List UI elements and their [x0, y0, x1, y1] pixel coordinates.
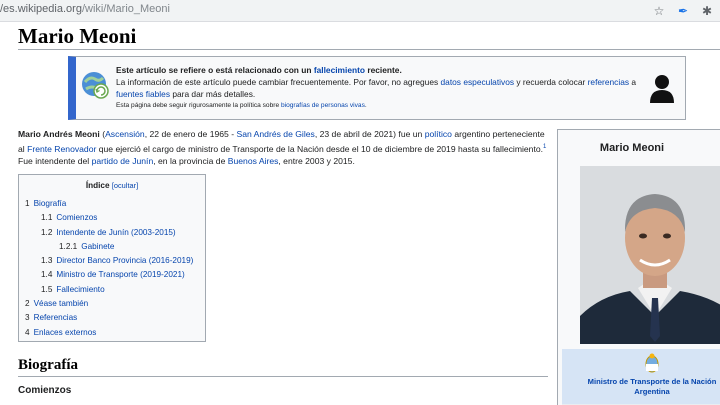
url-display[interactable]: /es.wikipedia.org/wiki/Mario_Meoni: [0, 3, 170, 15]
notice-line1: Este artículo se refiere o está relacion…: [116, 65, 314, 75]
notice-line4: Esta página debe seguir rigurosamente la…: [116, 102, 281, 109]
url-path: /wiki/Mario_Meoni: [81, 3, 170, 15]
infobox-name: Mario Meoni: [599, 142, 665, 154]
toc-number: 1: [25, 199, 30, 208]
intro-text: Fue intendente del: [18, 156, 92, 167]
toc-number: 1.1: [41, 213, 53, 223]
toc-item[interactable]: 1 Biografía: [25, 197, 193, 211]
title-divider: [18, 49, 720, 50]
toc-item[interactable]: 1.3 Director Banco Provincia (2016-2019): [25, 254, 193, 268]
toc-number: 1.2.1: [59, 241, 78, 251]
toc-link[interactable]: Ministro de Transporte (2019-2021): [56, 270, 184, 279]
ascension-link[interactable]: Ascensión: [105, 129, 145, 139]
toc-number: 1.3: [41, 256, 53, 266]
toc-item[interactable]: 2 Véase también: [25, 297, 193, 311]
toc-link[interactable]: Biografía: [34, 199, 67, 208]
portrait-photo[interactable]: [580, 166, 720, 344]
section-divider: [18, 376, 548, 377]
toc-list: 1 Biografía 1.1 Comienzos 1.2 Intendente de…: [25, 197, 193, 340]
coat-of-arms-icon: [645, 353, 659, 373]
refresh-globe-icon: [82, 72, 109, 99]
page-title: Mario Meoni: [18, 24, 137, 48]
biografias-link[interactable]: biografías de personas vivas: [281, 102, 365, 109]
infobox: Mario Meoni Ministro de Transporte de la…: [557, 129, 720, 405]
subsection-heading-comienzos: Comienzos: [18, 385, 72, 396]
toc-item[interactable]: 1.2 Intendente de Junín (2003-2015): [25, 226, 193, 240]
toc-item[interactable]: 1.2.1 Gabinete: [25, 240, 193, 254]
toc-link[interactable]: Comienzos: [56, 213, 97, 222]
frente-renovador-link[interactable]: Frente Renovador: [27, 143, 96, 153]
datos-especulativos-link[interactable]: datos especulativos: [441, 77, 515, 87]
toc-item[interactable]: 3 Referencias: [25, 311, 193, 325]
toc-link[interactable]: Intendente de Junín (2003-2015): [56, 228, 175, 237]
toc-number: 4: [25, 327, 30, 337]
intro-text: , entre 2003 y 2015.: [278, 156, 355, 167]
intro-paragraph: Mario Andrés Meoni (Ascensión, 22 de ene…: [18, 128, 548, 168]
toc-item[interactable]: 1.4 Ministro de Transporte (2019-2021): [25, 268, 193, 282]
feather-extension-icon[interactable]: ✒: [676, 3, 690, 19]
infobox-role-link[interactable]: Ministro de Transporte de la Nación Arge…: [562, 377, 720, 397]
intro-text: , 22 de enero de 1965 -: [144, 129, 237, 139]
toc-link[interactable]: Gabinete: [81, 242, 114, 251]
toc-number: 1.5: [41, 284, 53, 294]
toc-link[interactable]: Fallecimiento: [56, 285, 104, 294]
buenos-aires-link[interactable]: Buenos Aires: [228, 156, 279, 166]
notice-line4-end: .: [364, 102, 367, 109]
toc-title: Índice: [85, 181, 110, 190]
notice-line3: para dar más detalles.: [170, 89, 256, 99]
toc-number: 1.4: [41, 270, 53, 280]
notice-line2-end: a: [629, 77, 637, 87]
toc-item[interactable]: 1.5 Fallecimiento: [25, 283, 193, 297]
puzzle-extension-icon[interactable]: ✱: [700, 3, 714, 19]
person-silhouette-icon: [650, 75, 674, 103]
toc-number: 2: [25, 299, 30, 309]
politico-link[interactable]: político: [425, 129, 452, 139]
toc-hide-toggle[interactable]: [ocultar]: [112, 181, 138, 190]
fallecimiento-link[interactable]: fallecimiento: [314, 65, 365, 75]
notice-line2-mid: y recuerda colocar: [514, 77, 588, 87]
star-icon[interactable]: ☆: [652, 3, 666, 19]
toc-item[interactable]: 1.1 Comienzos: [25, 211, 193, 225]
toc-link[interactable]: Director Banco Provincia (2016-2019): [56, 256, 193, 265]
fuentes-fiables-link[interactable]: fuentes fiables: [116, 89, 170, 99]
partido-de-junin-link[interactable]: partido de Junín: [92, 156, 154, 166]
url-host: /es.wikipedia.org: [0, 3, 82, 15]
subject-name: Mario Andrés Meoni: [18, 129, 100, 139]
referencias-link[interactable]: referencias: [588, 77, 629, 87]
toc-link[interactable]: Referencias: [34, 313, 78, 322]
notice-line1-end: reciente.: [365, 65, 402, 75]
toc-item[interactable]: 4 Enlaces externos: [25, 326, 193, 340]
intro-text: , en la provincia de: [153, 156, 228, 167]
table-of-contents: Índice [ocultar] 1 Biografía 1.1 Comienzos…: [18, 174, 206, 342]
toc-number: 3: [25, 313, 30, 323]
san-andres-de-giles-link[interactable]: San Andrés de Giles: [236, 129, 314, 139]
toc-link[interactable]: Véase también: [34, 299, 89, 308]
notice-line2: La información de este artículo puede ca…: [116, 77, 441, 87]
intro-text: , 23 de abril de 2021) fue un: [314, 129, 425, 139]
section-heading-biografia: Biografía: [18, 357, 78, 373]
toc-link[interactable]: Enlaces externos: [34, 328, 97, 337]
intro-text: que ejerció el cargo de ministro de Tran…: [96, 143, 544, 154]
infobox-office-band: Ministro de Transporte de la Nación Arge…: [562, 349, 720, 405]
toc-number: 1.2: [41, 227, 53, 237]
recent-death-notice: Este artículo se refiere o está relacion…: [68, 56, 686, 120]
reference-1-link[interactable]: 1: [543, 144, 546, 150]
browser-address-bar[interactable]: /es.wikipedia.org/wiki/Mario_Meoni ☆ ✒ ✱: [0, 0, 720, 22]
